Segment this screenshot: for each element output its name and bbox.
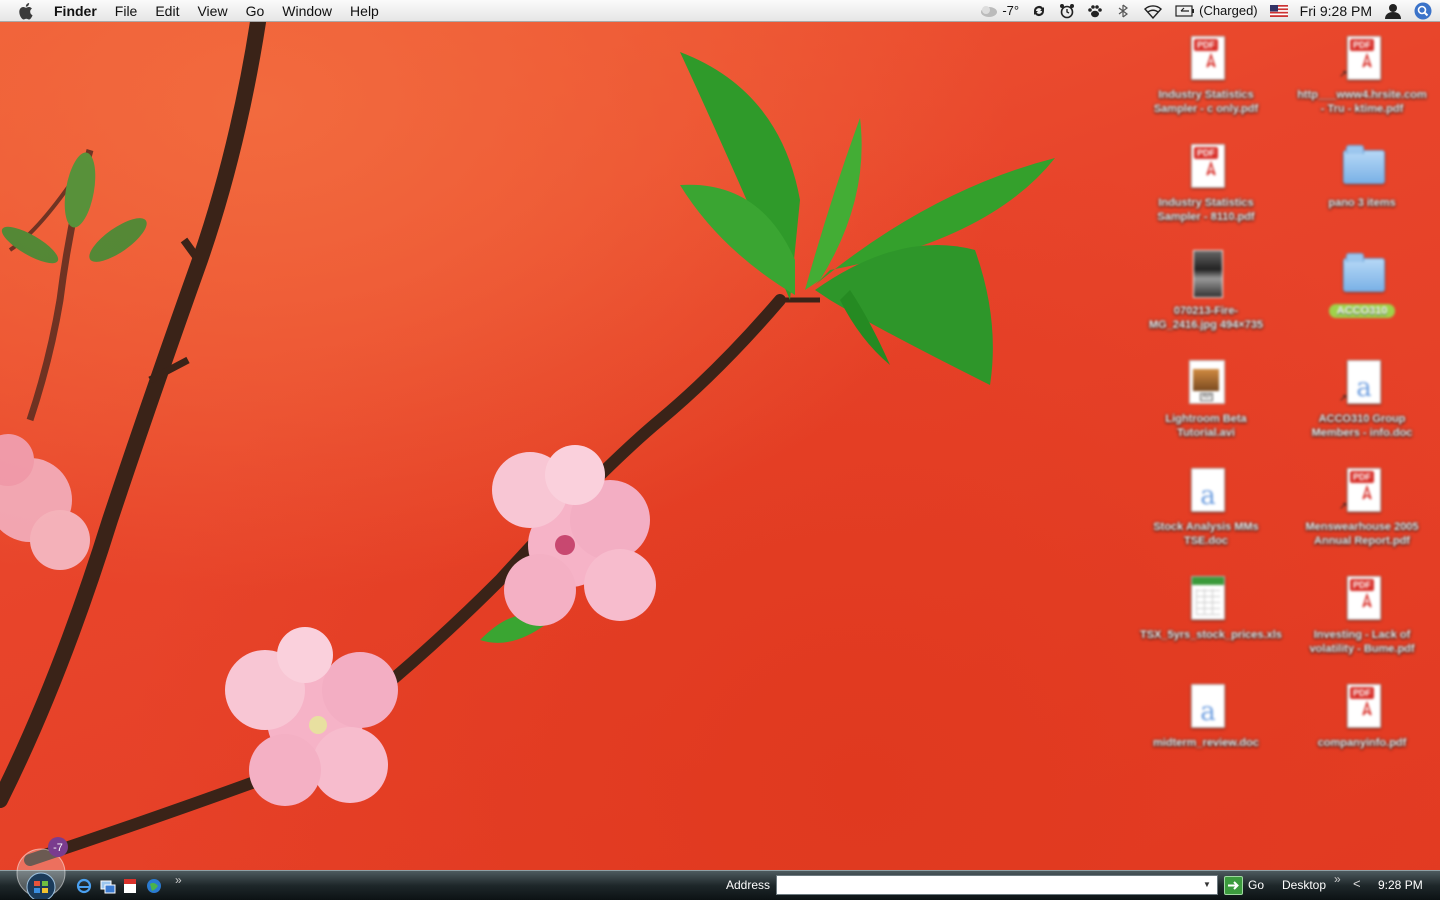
desktop-icon-label: Stock Analysis MMs TSE.doc [1153, 521, 1259, 547]
alias-arrow-icon: ↗ [1339, 393, 1348, 404]
weather-status[interactable]: -7° [974, 0, 1025, 22]
desktop-icon-folder-selected[interactable]: ACCO310 [1292, 248, 1432, 319]
address-dropdown-icon[interactable]: ▼ [1203, 880, 1213, 890]
menu-help[interactable]: Help [341, 0, 388, 22]
desktop-toolbar-label[interactable]: Desktop [1282, 878, 1326, 892]
menu-window[interactable]: Window [273, 0, 341, 22]
cloud-icon [981, 6, 998, 17]
word-document-icon: a ↗ [1339, 356, 1385, 408]
go-button[interactable]: Go [1248, 878, 1264, 892]
word-document-icon: a [1183, 680, 1229, 732]
apple-icon[interactable] [16, 0, 38, 22]
desktop-icon-doc[interactable]: a midterm_review.doc [1136, 680, 1276, 750]
desktop-toolbar-more-chevron[interactable]: » [1334, 872, 1341, 886]
show-desktop-icon[interactable] [100, 878, 116, 894]
battery-icon [1175, 5, 1195, 17]
sync-icon[interactable] [1025, 3, 1053, 19]
desktop-icon-pdf[interactable]: PDF companyinfo.pdf [1292, 680, 1432, 750]
menu-go[interactable]: Go [237, 0, 274, 22]
folder-icon [1339, 140, 1385, 192]
pdf-file-icon: PDF [1183, 32, 1229, 84]
desktop-icon-label: Industry Statistics Sampler - c only.pdf [1153, 89, 1259, 115]
menu-view[interactable]: View [188, 0, 236, 22]
desktop-icon-label: Investing - Lack of volatility - Bume.pd… [1309, 629, 1415, 655]
taskbar-clock[interactable]: 9:28 PM [1378, 878, 1423, 892]
image-file-icon [1183, 248, 1229, 300]
menu-app-finder[interactable]: Finder [48, 0, 106, 22]
taskbar: -7 » Address ▼ Go Desktop » < 9:28 PM [0, 837, 1440, 900]
tray-expand-arrow[interactable]: < [1353, 876, 1361, 891]
desktop-icon-video[interactable]: AVI Lightroom Beta Tutorial.avi [1136, 356, 1276, 440]
desktop-icon-label: 070213-Fire-MG_2416.jpg 494×735 [1148, 305, 1264, 331]
desktop-icon-label: companyinfo.pdf [1317, 737, 1407, 749]
bluetooth-icon[interactable] [1109, 3, 1137, 19]
desktop-icon-pdf[interactable]: PDF Investing - Lack of volatility - Bum… [1292, 572, 1432, 656]
battery-label: (Charged) [1199, 3, 1258, 18]
address-input[interactable] [776, 875, 1218, 895]
address-label: Address [726, 878, 771, 892]
user-icon[interactable] [1378, 3, 1408, 19]
orb-badge: -7 [53, 842, 63, 854]
start-orb-icon[interactable]: -7 [10, 837, 72, 899]
wifi-icon[interactable] [1137, 3, 1169, 19]
desktop-icon-label: TSX_5yrs_stock_prices.xls [1140, 629, 1282, 641]
desktop-icon-label: http___www4.hrsite.com - Tru - ktime.pdf [1297, 89, 1427, 115]
alias-arrow-icon: ↗ [1339, 69, 1348, 80]
menu-edit[interactable]: Edit [146, 0, 188, 22]
internet-explorer-icon[interactable] [76, 878, 92, 894]
pdf-file-icon: PDF ↗ [1339, 464, 1385, 516]
desktop-icon-label: Menswearhouse 2005 Annual Report.pdf [1305, 521, 1419, 547]
desktop-icon-label: Lightroom Beta Tutorial.avi [1165, 413, 1247, 439]
desktop-icon-spreadsheet[interactable]: TSX_5yrs_stock_prices.xls [1136, 572, 1282, 642]
desktop-icon-pdf[interactable]: PDF Industry Statistics Sampler - 8110.p… [1136, 140, 1276, 224]
paw-icon[interactable] [1081, 3, 1109, 19]
pdf-file-icon: PDF [1339, 572, 1385, 624]
menu-bar: Finder File Edit View Go Window Help -7°… [0, 0, 1440, 22]
desktop-icon-label: ACCO310 Group Members - info.doc [1311, 413, 1413, 439]
menubar-clock[interactable]: Fri 9:28 PM [1294, 0, 1378, 22]
desktop-icon-label: pano 3 items [1328, 197, 1396, 209]
desktop-icon-label: ACCO310 [1328, 304, 1396, 318]
globe-icon[interactable] [146, 878, 162, 894]
video-file-icon: AVI [1183, 356, 1229, 408]
battery-status[interactable]: (Charged) [1169, 0, 1264, 22]
go-arrow-icon[interactable] [1224, 876, 1243, 895]
pdf-file-icon: PDF [1183, 140, 1229, 192]
alarm-clock-icon[interactable] [1053, 3, 1081, 19]
desktop-icon-label: midterm_review.doc [1153, 737, 1259, 749]
desktop-icon-photo[interactable]: 070213-Fire-MG_2416.jpg 494×735 [1136, 248, 1276, 332]
weather-temp: -7° [1002, 3, 1020, 18]
desktop-icon-doc[interactable]: a Stock Analysis MMs TSE.doc [1136, 464, 1276, 548]
alias-arrow-icon: ↗ [1339, 501, 1348, 512]
pdf-file-icon: PDF [1339, 680, 1385, 732]
desktop-icon-pdf[interactable]: PDF ↗ http___www4.hrsite.com - Tru - ktim… [1292, 32, 1432, 116]
pdf-quicklaunch-icon[interactable] [122, 878, 138, 894]
spotlight-icon[interactable] [1408, 2, 1440, 20]
pdf-file-icon: PDF ↗ [1339, 32, 1385, 84]
us-flag-icon[interactable] [1264, 5, 1294, 17]
desktop-icon-pdf[interactable]: PDF ↗ Menswearhouse 2005 Annual Report.pd… [1292, 464, 1432, 548]
spreadsheet-file-icon [1183, 572, 1229, 624]
desktop-icon-label: Industry Statistics Sampler - 8110.pdf [1157, 197, 1255, 223]
desktop-icon-folder[interactable]: pano 3 items [1292, 140, 1432, 210]
desktop-icon-doc[interactable]: a ↗ ACCO310 Group Members - info.doc [1292, 356, 1432, 440]
desktop-icon-pdf[interactable]: PDF Industry Statistics Sampler - c only… [1136, 32, 1276, 116]
quicklaunch-more-chevron[interactable]: » [175, 873, 182, 887]
menu-file[interactable]: File [106, 0, 147, 22]
folder-icon [1339, 248, 1385, 300]
word-document-icon: a [1183, 464, 1229, 516]
